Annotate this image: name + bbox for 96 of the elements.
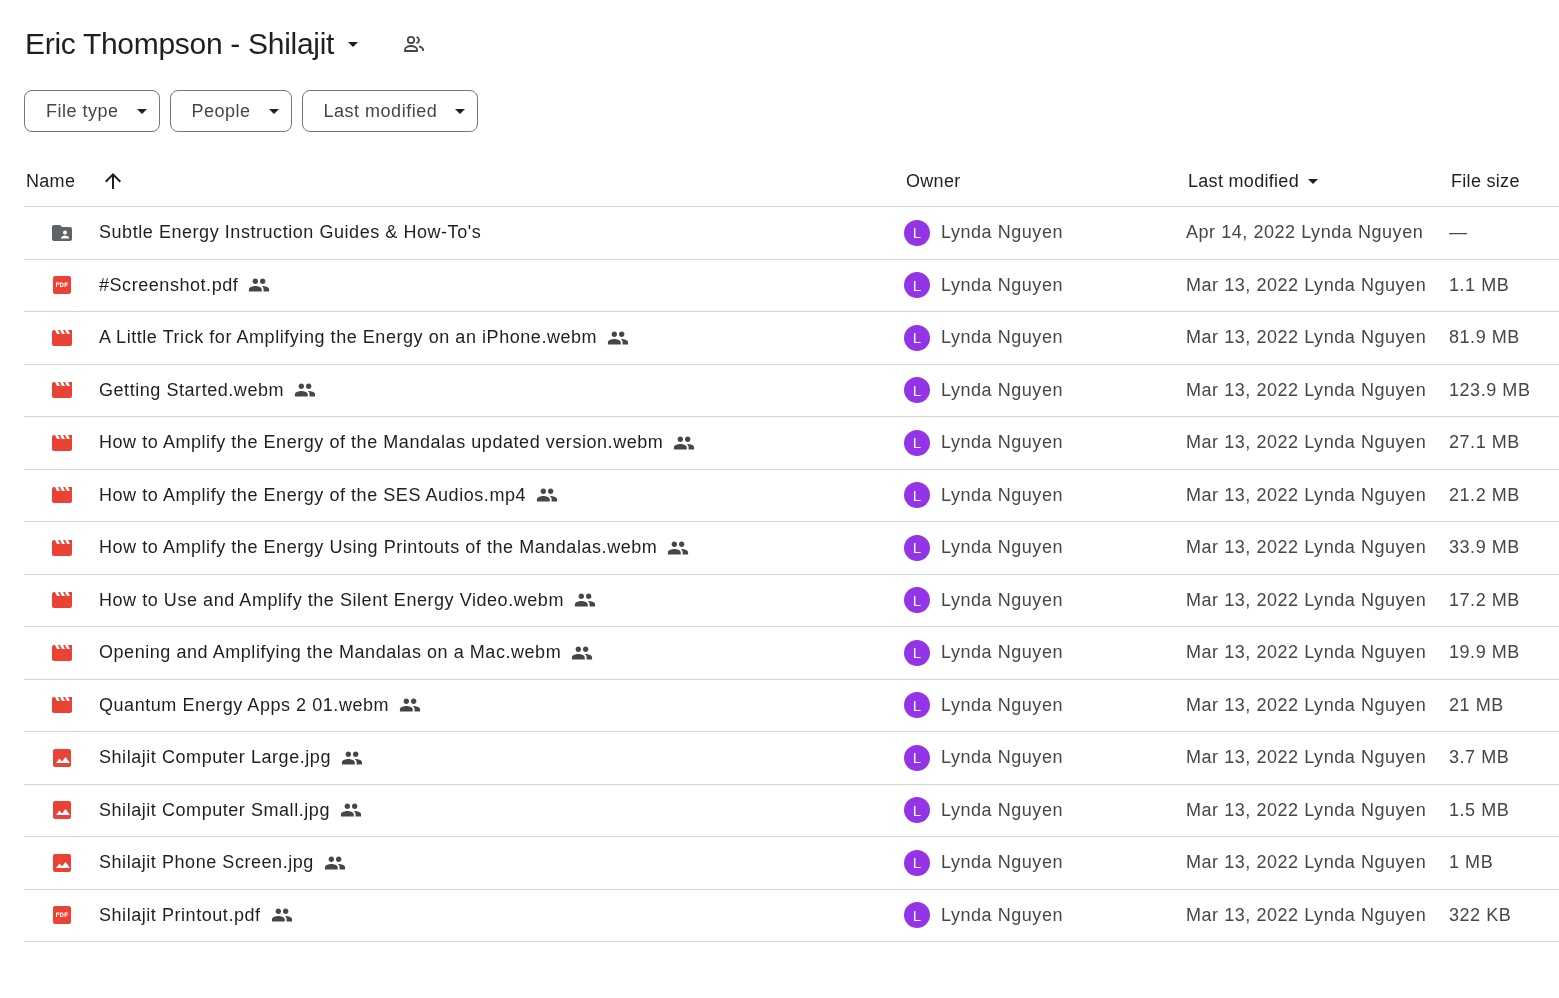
modified-date: Mar 13, 2022 Lynda Nguyen (1186, 747, 1427, 769)
modified-date: Mar 13, 2022 Lynda Nguyen (1186, 799, 1427, 821)
owner-name: Lynda Nguyen (941, 904, 1064, 926)
avatar: L (904, 902, 930, 929)
avatar: L (904, 429, 930, 456)
file-size: 27.1 MB (1449, 432, 1520, 454)
file-name: Opening and Amplifying the Mandalas on a Mac.webm (99, 642, 562, 664)
modified-date: Mar 13, 2022 Lynda Nguyen (1186, 589, 1427, 611)
owner-name: Lynda Nguyen (941, 852, 1064, 874)
file-row[interactable]: Shilajit Computer Small.jpg L Lynda Nguyen Mar 13, 2022 Lynda Nguyen 1.5 MB (24, 784, 1559, 837)
file-name: How to Amplify the Energy Using Printouts of the Mandalas.webm (99, 537, 658, 559)
file-size: 322 KB (1449, 904, 1512, 926)
caret-icon (136, 108, 147, 114)
avatar: L (904, 692, 930, 719)
file-row[interactable]: How to Amplify the Energy of the SES Audios.mp4 L Lynda Nguyen Mar 13, 2022 Lynda Nguyen 21.2 MB (24, 469, 1559, 522)
avatar: L (904, 849, 930, 876)
modified-date: Mar 13, 2022 Lynda Nguyen (1186, 379, 1427, 401)
avatar: L (904, 639, 930, 666)
file-row[interactable]: Subtle Energy Instruction Guides & How-To's L Lynda Nguyen Apr 14, 2022 Lynda Nguyen — (24, 207, 1559, 260)
column-header[interactable]: Last modified (1188, 170, 1299, 192)
column-header[interactable]: File size (1451, 170, 1520, 192)
modified-date: Mar 13, 2022 Lynda Nguyen (1186, 484, 1427, 506)
filter-dropdown[interactable]: People (169, 90, 292, 132)
modified-date: Mar 13, 2022 Lynda Nguyen (1186, 537, 1427, 559)
owner-name: Lynda Nguyen (941, 799, 1064, 821)
file-row[interactable]: A Little Trick for Amplifying the Energy on an iPhone.webm L Lynda Nguyen Mar 13, 2022 Lynda Nguyen 81.9 MB (24, 312, 1559, 365)
file-row[interactable]: Quantum Energy Apps 2 01.webm L Lynda Nguyen Mar 13, 2022 Lynda Nguyen 21 MB (24, 679, 1559, 732)
avatar: L (904, 219, 930, 246)
avatar: L (904, 587, 930, 614)
file-name: How to Use and Amplify the Silent Energy Video.webm (99, 589, 564, 611)
file-size: — (1449, 222, 1468, 244)
file-size: 17.2 MB (1449, 589, 1520, 611)
avatar: L (904, 324, 930, 351)
caret-icon (268, 108, 279, 114)
owner-name: Lynda Nguyen (941, 642, 1064, 664)
caret-icon (455, 108, 466, 114)
file-size: 19.9 MB (1449, 642, 1520, 664)
file-row[interactable]: Shilajit Printout.pdf L Lynda Nguyen Mar 13, 2022 Lynda Nguyen 322 KB (24, 889, 1559, 942)
file-size: 1.5 MB (1449, 799, 1510, 821)
file-size: 21 MB (1449, 694, 1504, 716)
file-name: #Screenshot.pdf (99, 274, 239, 296)
file-size: 33.9 MB (1449, 537, 1520, 559)
file-size: 81.9 MB (1449, 327, 1520, 349)
modified-date: Mar 13, 2022 Lynda Nguyen (1186, 904, 1427, 926)
file-name: How to Amplify the Energy of the Mandalas updated version.webm (99, 432, 664, 454)
owner-name: Lynda Nguyen (941, 222, 1064, 244)
file-size: 123.9 MB (1449, 379, 1531, 401)
modified-date: Mar 13, 2022 Lynda Nguyen (1186, 432, 1427, 454)
filter-dropdown[interactable]: Last modified (301, 90, 479, 132)
file-name: Getting Started.webm (99, 379, 285, 401)
owner-name: Lynda Nguyen (941, 327, 1064, 349)
file-name: Shilajit Computer Large.jpg (99, 747, 331, 769)
modified-date: Mar 13, 2022 Lynda Nguyen (1186, 642, 1427, 664)
file-name: How to Amplify the Energy of the SES Audios.mp4 (99, 484, 527, 506)
modified-date: Mar 13, 2022 Lynda Nguyen (1186, 852, 1427, 874)
file-row[interactable]: How to Amplify the Energy of the Mandalas updated version.webm L Lynda Nguyen Mar 13, 2022 Lynda Nguyen 27.1 MB (24, 417, 1559, 470)
owner-name: Lynda Nguyen (941, 747, 1064, 769)
column-header[interactable]: Name (26, 170, 76, 192)
owner-name: Lynda Nguyen (941, 484, 1064, 506)
file-row[interactable]: #Screenshot.pdf L Lynda Nguyen Mar 13, 2022 Lynda Nguyen 1.1 MB (24, 259, 1559, 312)
file-row[interactable]: How to Use and Amplify the Silent Energy Video.webm L Lynda Nguyen Mar 13, 2022 Lynda Nguyen 17.2 MB (24, 574, 1559, 627)
file-name: Shilajit Computer Small.jpg (99, 799, 330, 821)
modified-date: Mar 13, 2022 Lynda Nguyen (1186, 694, 1427, 716)
caret-icon (348, 41, 359, 47)
avatar: L (904, 797, 930, 824)
file-row[interactable]: Opening and Amplifying the Mandalas on a Mac.webm L Lynda Nguyen Mar 13, 2022 Lynda Nguyen 19.9 MB (24, 627, 1559, 680)
folder-title[interactable]: Eric Thompson - Shilajit (24, 27, 337, 61)
file-name: Shilajit Phone Screen.jpg (99, 852, 314, 874)
file-name: Shilajit Printout.pdf (99, 904, 261, 926)
owner-name: Lynda Nguyen (941, 379, 1064, 401)
file-size: 21.2 MB (1449, 484, 1520, 506)
avatar: L (904, 272, 930, 299)
file-row[interactable]: Shilajit Phone Screen.jpg L Lynda Nguyen Mar 13, 2022 Lynda Nguyen 1 MB (24, 837, 1559, 890)
column-header[interactable]: Owner (906, 170, 961, 192)
avatar: L (904, 377, 930, 404)
file-size: 1.1 MB (1449, 274, 1510, 296)
file-name: A Little Trick for Amplifying the Energy on an iPhone.webm (99, 327, 598, 349)
modified-date: Mar 13, 2022 Lynda Nguyen (1186, 274, 1427, 296)
file-row[interactable]: Getting Started.webm L Lynda Nguyen Mar 13, 2022 Lynda Nguyen 123.9 MB (24, 364, 1559, 417)
modified-date: Mar 13, 2022 Lynda Nguyen (1186, 327, 1427, 349)
owner-name: Lynda Nguyen (941, 537, 1064, 559)
file-name: Quantum Energy Apps 2 01.webm (99, 694, 390, 716)
file-size: 1 MB (1449, 852, 1494, 874)
file-row[interactable]: How to Amplify the Energy Using Printouts of the Mandalas.webm L Lynda Nguyen Mar 13, 2022 Lynda Nguyen 33.9 MB (24, 522, 1559, 575)
avatar: L (904, 744, 930, 771)
modified-date: Apr 14, 2022 Lynda Nguyen (1186, 222, 1424, 244)
owner-name: Lynda Nguyen (941, 432, 1064, 454)
file-row[interactable]: Shilajit Computer Large.jpg L Lynda Nguyen Mar 13, 2022 Lynda Nguyen 3.7 MB (24, 732, 1559, 785)
owner-name: Lynda Nguyen (941, 274, 1064, 296)
avatar: L (904, 534, 930, 561)
owner-name: Lynda Nguyen (941, 694, 1064, 716)
owner-name: Lynda Nguyen (941, 589, 1064, 611)
file-name: Subtle Energy Instruction Guides & How-To's (99, 222, 482, 244)
avatar: L (904, 482, 930, 509)
filter-dropdown[interactable]: File type (24, 90, 160, 132)
file-size: 3.7 MB (1449, 747, 1510, 769)
